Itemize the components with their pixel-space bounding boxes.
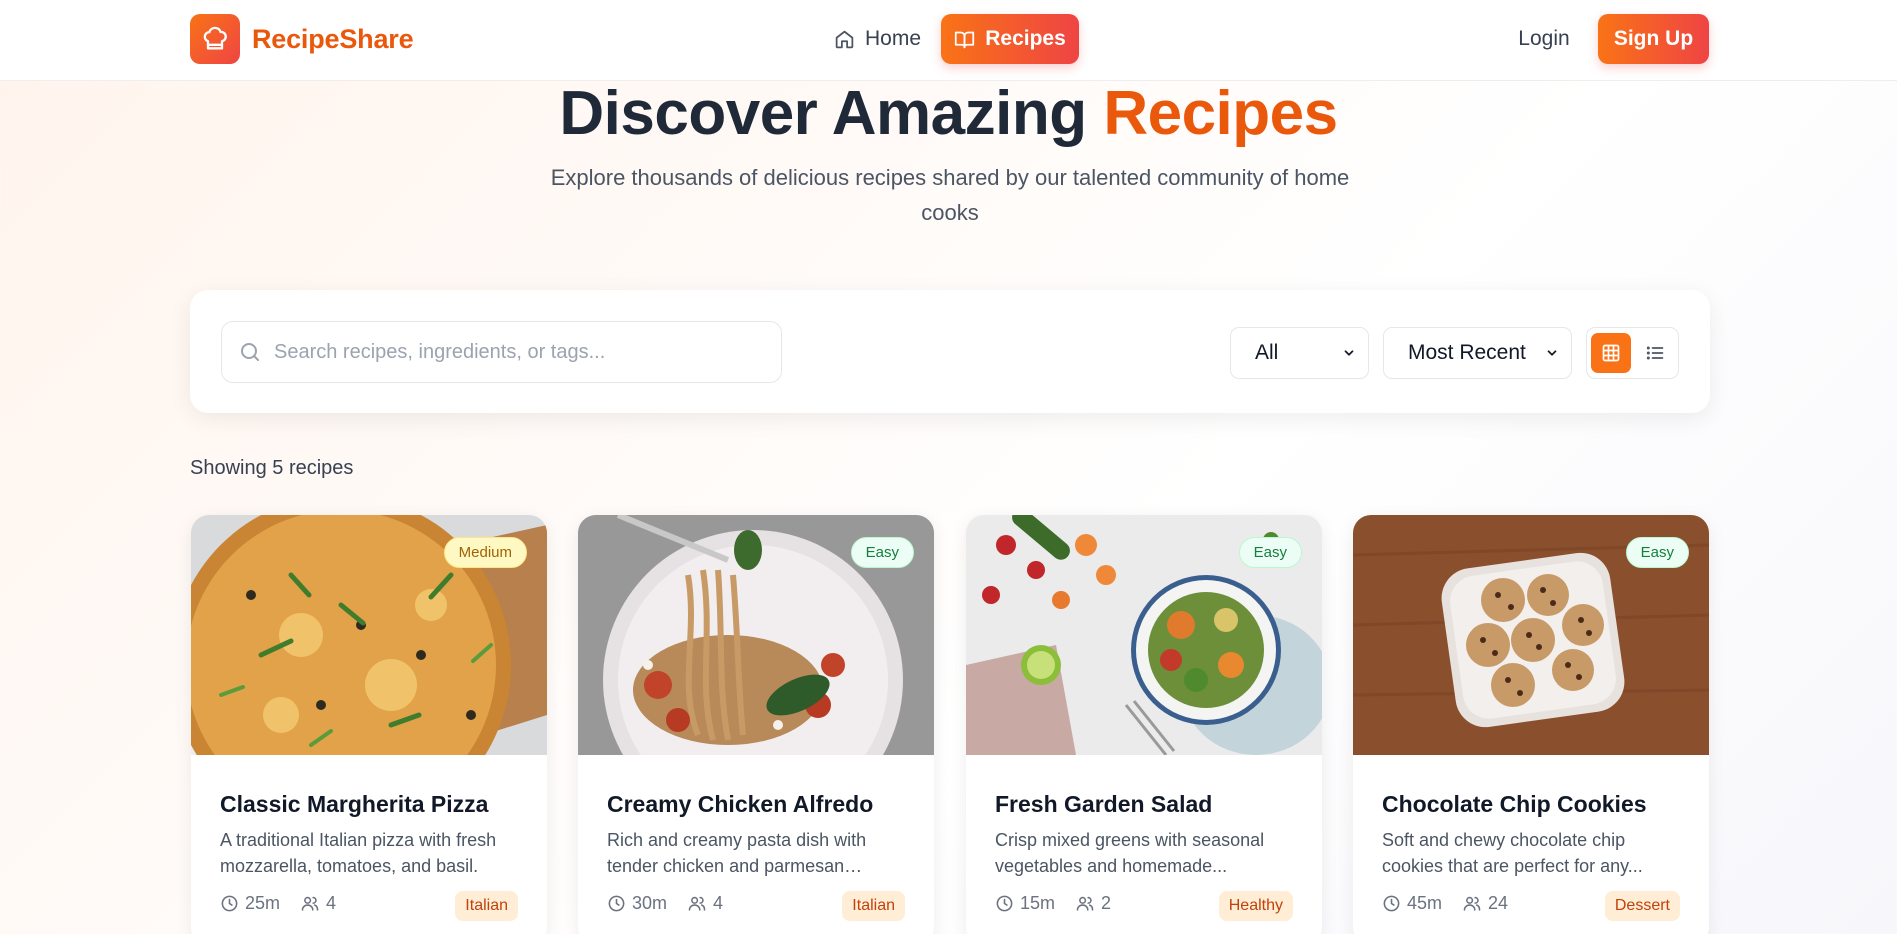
view-mode-toggle	[1586, 327, 1679, 379]
recipe-title: Chocolate Chip Cookies	[1382, 791, 1647, 817]
servings-value: 4	[326, 893, 337, 913]
difficulty-badge: Easy	[1625, 537, 1689, 568]
recipe-title: Classic Margherita Pizza	[220, 791, 489, 817]
cuisine-tag: Dessert	[1604, 891, 1680, 921]
difficulty-badge: Easy	[1238, 537, 1302, 568]
clock-icon	[996, 895, 1013, 912]
home-icon	[835, 30, 854, 48]
signup-button[interactable]: Sign Up	[1598, 14, 1709, 64]
chevron-down-icon	[1344, 350, 1354, 356]
recipe-description: Soft and chewy chocolate chip cookies th…	[1382, 830, 1643, 876]
clock-icon	[608, 895, 625, 912]
sort-select-value: Most Recent	[1408, 341, 1526, 364]
difficulty-badge: Easy	[850, 537, 914, 568]
servings-value: 4	[713, 893, 724, 913]
pasta-photo: Easy	[578, 515, 934, 755]
page-title: Discover Amazing Recipes	[0, 78, 1897, 149]
cuisine-tag: Italian	[842, 891, 905, 921]
users-icon	[301, 896, 319, 911]
list-icon	[1646, 346, 1664, 360]
recipe-description: A traditional Italian pizza with fresh m…	[220, 830, 497, 876]
page-subtitle: Explore thousands of delicious recipes s…	[550, 165, 1350, 225]
servings: 4	[687, 893, 723, 914]
category-select-value: All	[1255, 341, 1279, 364]
cook-time: 15m	[995, 893, 1055, 914]
cookies-photo: Easy	[1353, 515, 1709, 755]
search-input[interactable]	[274, 340, 754, 364]
list-view-button[interactable]	[1635, 333, 1675, 373]
login-button[interactable]: Login	[1504, 14, 1584, 64]
recipe-title: Creamy Chicken Alfredo	[607, 791, 874, 817]
nav-recipes-label: Recipes	[985, 27, 1066, 50]
title-part-1: Discover Amazing	[559, 79, 1104, 148]
salad-photo: Easy	[966, 515, 1322, 755]
recipe-card[interactable]: Medium Classic Margherita Pizza A tradit…	[191, 515, 547, 934]
nav-home-label: Home	[865, 27, 922, 50]
servings: 2	[1075, 893, 1111, 914]
chef-hat-icon	[190, 14, 240, 64]
cuisine-tag: Healthy	[1218, 891, 1293, 921]
users-icon	[1076, 896, 1094, 911]
recipe-meta: 30m 4	[607, 893, 743, 914]
recipe-description: Crisp mixed greens with seasonal vegetab…	[995, 830, 1265, 876]
cook-time-value: 45m	[1407, 893, 1443, 913]
grid-view-button[interactable]	[1591, 333, 1631, 373]
recipe-card[interactable]: Easy Chocolate Chip Cookies Soft and che…	[1353, 515, 1709, 934]
search-box	[221, 321, 782, 383]
difficulty-badge: Medium	[443, 537, 527, 568]
sort-select[interactable]: Most Recent	[1383, 327, 1572, 379]
recipe-title: Fresh Garden Salad	[995, 791, 1213, 817]
chevron-down-icon	[1547, 350, 1557, 356]
servings-value: 24	[1488, 893, 1509, 913]
servings: 4	[300, 893, 336, 914]
cook-time-value: 25m	[245, 893, 281, 913]
cook-time: 45m	[1382, 893, 1442, 914]
users-icon	[688, 896, 706, 911]
cook-time: 25m	[220, 893, 280, 914]
cuisine-tag: Italian	[455, 891, 518, 921]
title-accent: Recipes	[1103, 79, 1338, 148]
cook-time: 30m	[607, 893, 667, 914]
users-icon	[1463, 896, 1481, 911]
nav-recipes-link[interactable]: Recipes	[941, 14, 1079, 64]
results-count: Showing 5 recipes	[190, 457, 354, 479]
category-select[interactable]: All	[1230, 327, 1369, 379]
pizza-photo: Medium	[191, 515, 547, 755]
recipe-meta: 25m 4	[220, 893, 356, 914]
filter-panel: All Most Recent	[190, 290, 1710, 413]
cook-time-value: 30m	[632, 893, 668, 913]
search-icon	[241, 343, 259, 361]
brand-logo[interactable]: RecipeShare	[190, 14, 414, 64]
clock-icon	[221, 895, 238, 912]
recipe-meta: 15m 2	[995, 893, 1131, 914]
recipe-card[interactable]: Easy Fresh Garden Salad Crisp mixed gree…	[966, 515, 1322, 934]
grid-icon	[1602, 344, 1620, 362]
book-open-icon	[955, 31, 975, 48]
cook-time-value: 15m	[1020, 893, 1056, 913]
nav-home-link[interactable]: Home	[822, 14, 933, 64]
recipe-card[interactable]: Easy Creamy Chicken Alfredo Rich and cre…	[578, 515, 934, 934]
servings: 24	[1462, 893, 1508, 914]
recipe-description: Rich and creamy pasta dish with tender c…	[607, 830, 867, 876]
servings-value: 2	[1101, 893, 1112, 913]
brand-name: RecipeShare	[252, 23, 414, 54]
top-navbar: RecipeShare Home Recipes Login Sign Up	[0, 0, 1897, 81]
recipe-meta: 45m 24	[1382, 893, 1528, 914]
clock-icon	[1383, 895, 1400, 912]
